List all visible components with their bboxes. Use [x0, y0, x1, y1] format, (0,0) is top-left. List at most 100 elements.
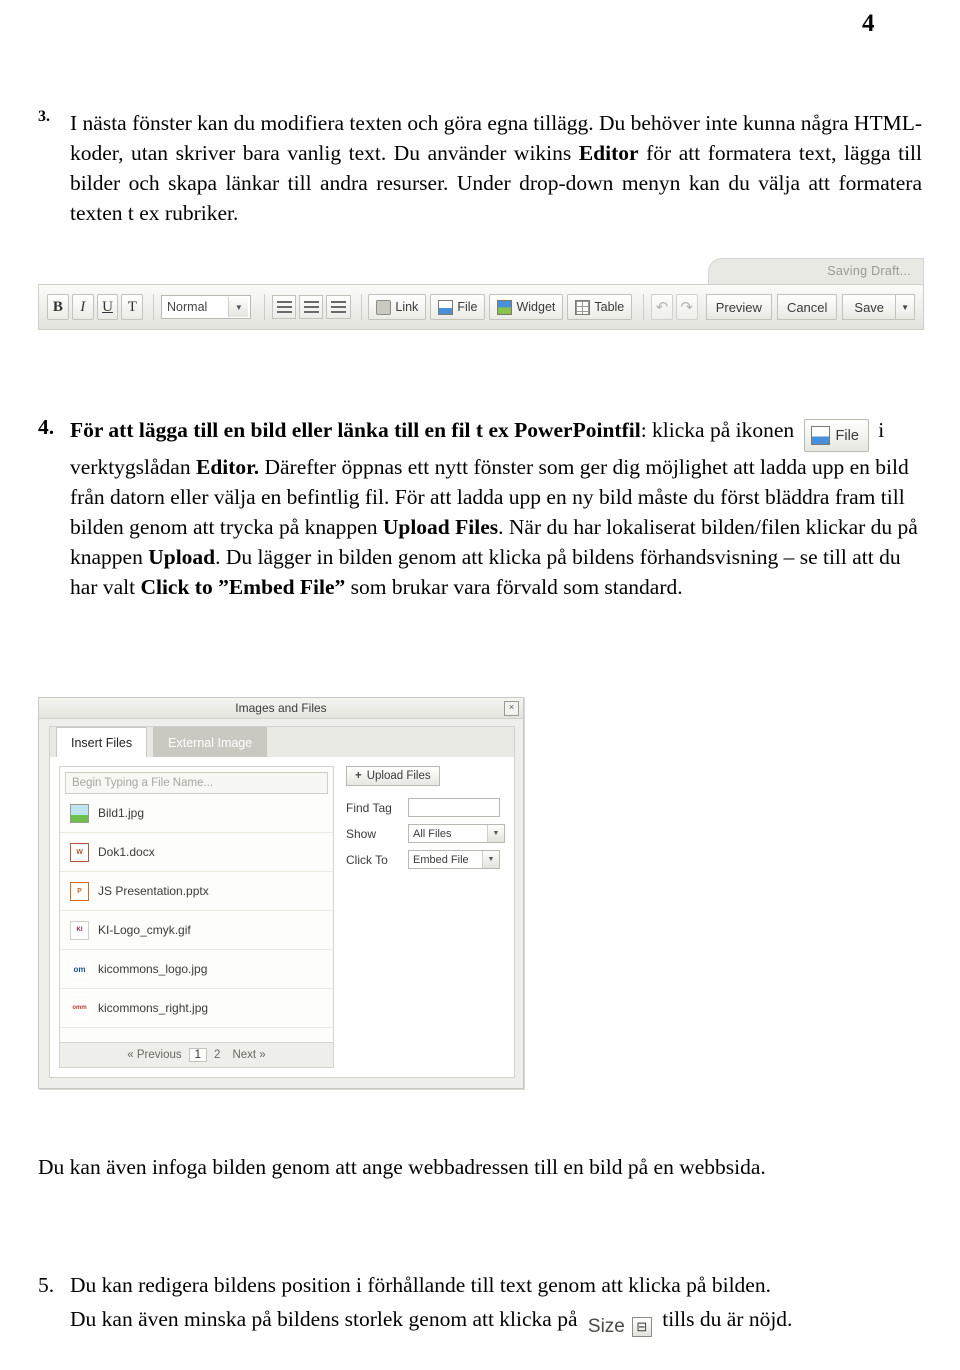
- upload-files-label: Upload Files: [366, 770, 431, 782]
- saving-draft-status: Saving Draft...: [827, 264, 911, 278]
- click-to-label: Click To: [346, 852, 388, 867]
- save-split-button[interactable]: Save ▼: [842, 294, 916, 320]
- file-name: kicommons_right.jpg: [98, 1001, 209, 1015]
- size-collapse-icon[interactable]: ⊟: [631, 1317, 652, 1337]
- inline-file-button[interactable]: File: [803, 419, 869, 452]
- toolbar-separator-3: [360, 294, 362, 320]
- item-4-upload-files-bold: Upload Files: [382, 515, 499, 539]
- paragraph-item-5: 5. Du kan redigera bildens position i fö…: [38, 1268, 922, 1344]
- item-4-body: För att lägga till en bild eller länka t…: [70, 415, 922, 602]
- file-name: Dok1.docx: [98, 845, 155, 859]
- undo-button[interactable]: ↶: [651, 294, 673, 320]
- chevron-down-icon[interactable]: ▼: [487, 825, 504, 842]
- file-list-panel: Begin Typing a File Name... Bild1.jpg W …: [59, 766, 334, 1068]
- dialog-title-bar: Images and Files ×: [39, 698, 523, 719]
- list-item[interactable]: P JS Presentation.pptx: [60, 872, 333, 911]
- item-5-line-1: Du kan redigera bildens position i förhå…: [70, 1273, 771, 1297]
- word-file-icon: W: [70, 842, 89, 862]
- plus-icon: +: [355, 770, 362, 782]
- link-button-label: Link: [395, 300, 419, 314]
- item-4-upload-bold: Upload: [148, 545, 216, 569]
- editor-toolbar: B I U T Normal ▼ Link File Widget Table: [38, 284, 924, 330]
- find-tag-input[interactable]: [408, 798, 500, 817]
- image-file-icon: [70, 803, 89, 823]
- find-tag-row: Find Tag: [346, 798, 505, 817]
- file-search-input[interactable]: Begin Typing a File Name...: [65, 772, 328, 794]
- size-widget[interactable]: Size ⊟: [588, 1310, 652, 1344]
- item-5-body: Du kan redigera bildens position i förhå…: [70, 1268, 922, 1344]
- closing-paragraph: Du kan även infoga bilden genom att ange…: [38, 1155, 766, 1179]
- save-button[interactable]: Save: [842, 294, 896, 320]
- table-button-label: Table: [594, 300, 625, 314]
- pagination: « Previous 1 2 Next »: [60, 1042, 333, 1067]
- italic-button[interactable]: I: [71, 294, 94, 320]
- show-select[interactable]: All Files ▼: [408, 824, 505, 843]
- kicommons-right-file-icon: omm: [70, 998, 89, 1018]
- toolbar-separator-1: [153, 294, 155, 320]
- paragraph-item-3: 3. I nästa fönster kan du modifiera text…: [38, 108, 922, 228]
- list-item[interactable]: omm kicommons_right.jpg: [60, 989, 333, 1028]
- dialog-body: Begin Typing a File Name... Bild1.jpg W …: [50, 757, 514, 1077]
- list-item[interactable]: W Dok1.docx: [60, 833, 333, 872]
- tab-insert-files[interactable]: Insert Files: [56, 727, 148, 757]
- bulleted-list-button[interactable]: [272, 295, 297, 319]
- upload-files-row: + Upload Files: [346, 766, 505, 786]
- list-number-3: 3.: [38, 108, 50, 125]
- indent-list-button[interactable]: [326, 295, 351, 319]
- page-2-link[interactable]: 2: [209, 1049, 225, 1061]
- item-5-line-2-part-a: Du kan även minska på bildens storlek ge…: [70, 1307, 583, 1331]
- kicommons-logo-file-icon: om: [70, 959, 89, 979]
- item-5-line-2: Du kan även minska på bildens storlek ge…: [70, 1302, 922, 1344]
- item-5-line-2-part-b: tills du är nöjd.: [656, 1307, 793, 1331]
- find-tag-label: Find Tag: [346, 800, 392, 815]
- file-button[interactable]: File: [430, 294, 486, 320]
- file-icon: [438, 299, 454, 315]
- page-1-link[interactable]: 1: [188, 1048, 208, 1062]
- save-dropdown-arrow-icon[interactable]: ▼: [895, 294, 916, 320]
- paragraph-item-4: 4. För att lägga till en bild eller länk…: [38, 415, 922, 602]
- file-button-label: File: [457, 300, 478, 314]
- table-icon: [575, 299, 591, 315]
- table-button[interactable]: Table: [567, 294, 633, 320]
- click-to-select[interactable]: Embed File ▼: [408, 850, 500, 869]
- item-4-after-heading: : klicka på ikonen: [640, 418, 800, 442]
- widget-button[interactable]: Widget: [489, 294, 564, 320]
- document-page: 4 3. I nästa fönster kan du modifiera te…: [0, 0, 960, 1370]
- link-icon: [376, 299, 392, 315]
- close-icon[interactable]: ×: [504, 701, 519, 716]
- list-number-5: 5.: [38, 1273, 55, 1297]
- file-name: Bild1.jpg: [98, 806, 145, 820]
- click-to-select-value: Embed File: [413, 853, 469, 866]
- editor-toolbar-screenshot: Saving Draft... B I U T Normal ▼ Link Fi…: [38, 258, 924, 340]
- cancel-button[interactable]: Cancel: [776, 294, 838, 320]
- bold-button[interactable]: B: [47, 294, 69, 320]
- item-4-seg-5: som brukar vara förvald som standard.: [345, 575, 683, 599]
- dialog-tabs: Insert Files External Image: [50, 727, 514, 758]
- numbered-list-button[interactable]: [299, 295, 324, 319]
- previous-page-link[interactable]: « Previous: [122, 1049, 186, 1061]
- upload-files-button[interactable]: + Upload Files: [346, 766, 440, 786]
- click-to-row: Click To Embed File ▼: [346, 850, 505, 869]
- widget-icon: [497, 299, 513, 315]
- next-page-link[interactable]: Next »: [227, 1049, 270, 1061]
- toolbar-tabstrip: Saving Draft...: [708, 258, 924, 286]
- widget-button-label: Widget: [516, 300, 556, 314]
- file-name: kicommons_logo.jpg: [98, 962, 208, 976]
- paragraph-style-select[interactable]: Normal ▼: [161, 295, 252, 319]
- list-item[interactable]: KI KI-Logo_cmyk.gif: [60, 911, 333, 950]
- redo-button[interactable]: ↷: [675, 294, 698, 320]
- link-button[interactable]: Link: [368, 294, 427, 320]
- chevron-down-icon[interactable]: ▼: [482, 851, 499, 868]
- list-item[interactable]: Bild1.jpg: [60, 794, 333, 833]
- list-item[interactable]: om kicommons_logo.jpg: [60, 950, 333, 989]
- show-row: Show All Files ▼: [346, 824, 505, 843]
- chevron-down-icon[interactable]: ▼: [228, 297, 249, 317]
- clear-formatting-button[interactable]: T: [121, 294, 144, 320]
- underline-button[interactable]: U: [96, 294, 119, 320]
- tab-external-image[interactable]: External Image: [153, 727, 268, 757]
- inline-file-button-label: File: [835, 427, 859, 444]
- file-icon: [810, 426, 830, 445]
- preview-button[interactable]: Preview: [705, 294, 772, 320]
- images-and-files-dialog-screenshot: Images and Files × Insert Files External…: [38, 697, 524, 1089]
- item-4-embed-bold: Click to ”Embed File”: [140, 575, 346, 599]
